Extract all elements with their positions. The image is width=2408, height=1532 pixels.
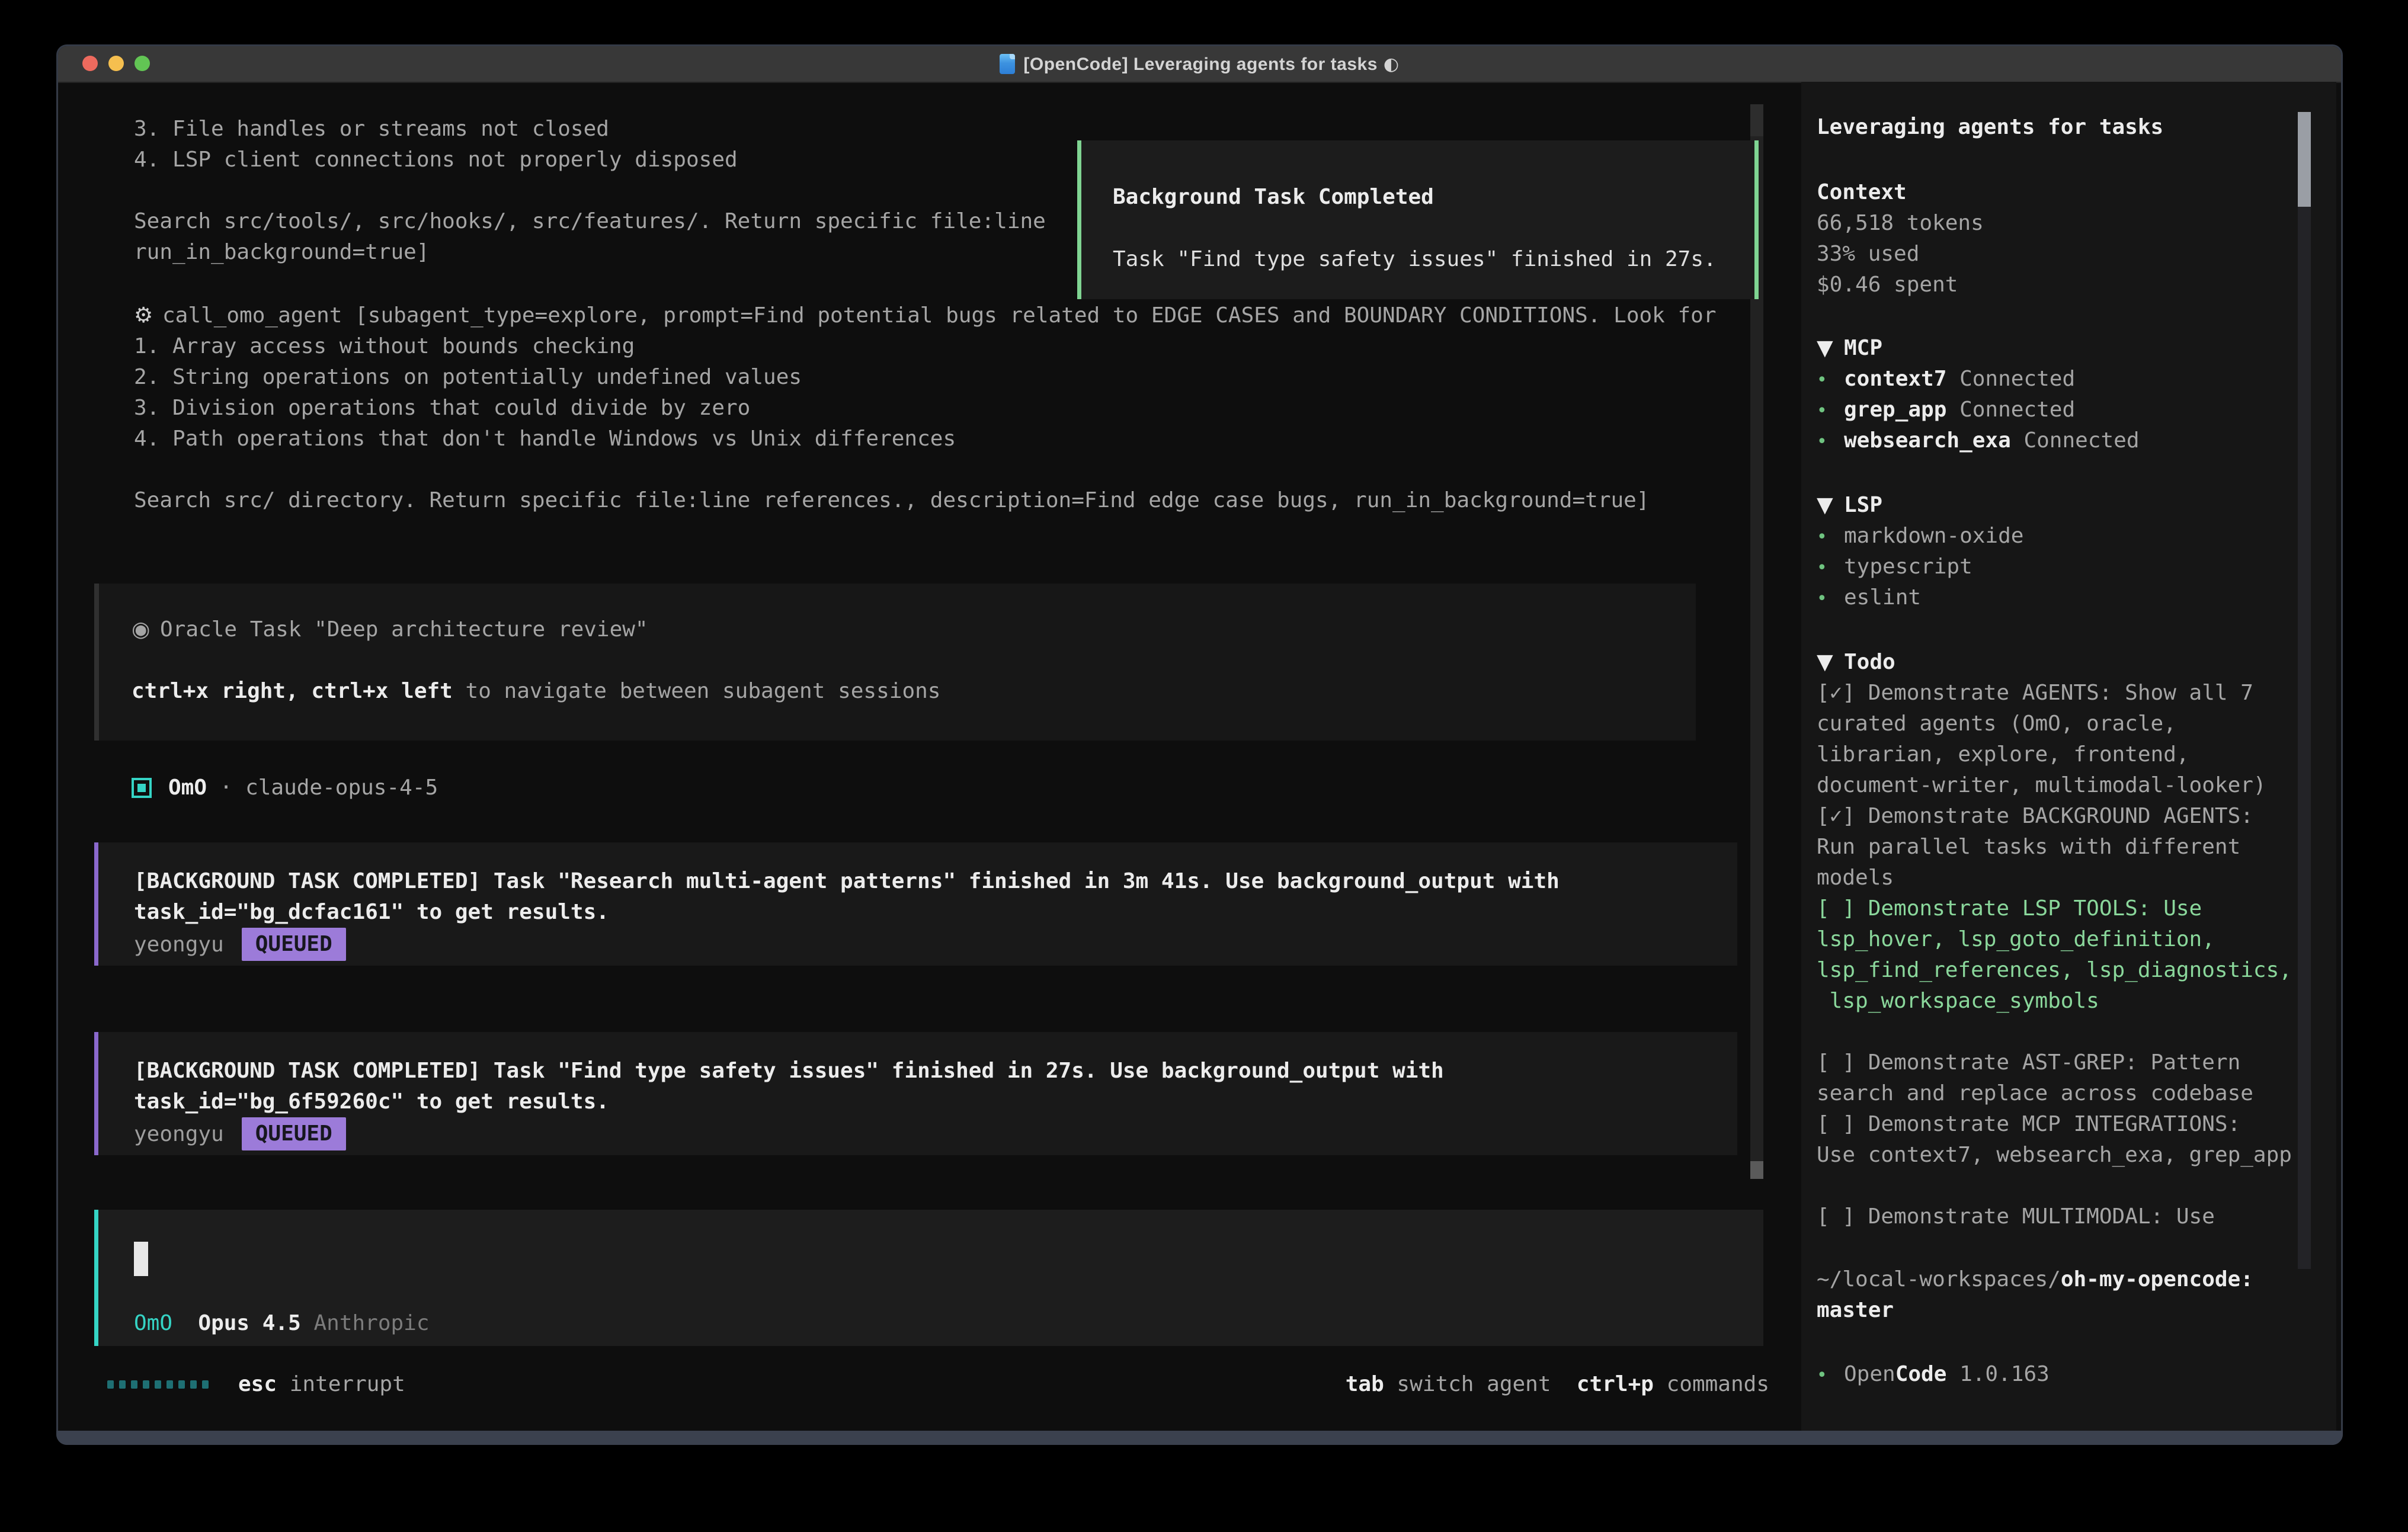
status-badge: QUEUED [242,1117,346,1150]
status-badge: QUEUED [242,928,346,961]
message-card: [BACKGROUND TASK COMPLETED] Task "Resear… [94,842,1737,966]
window-title-text: [OpenCode] Leveraging agents for tasks [1023,55,1377,74]
toast-body: Task "Find type safety issues" finished … [1113,244,1717,275]
toast-title: Background Task Completed [1113,182,1434,213]
mcp-section: ▼MCP•context7 Connected•grep_app Connect… [1817,333,2140,456]
window-title: [OpenCode] Leveraging agents for tasks ◐ [1023,54,1399,75]
key-hint-interrupt: esc interrupt [238,1369,405,1400]
document-icon [1000,54,1015,74]
agent-header-text: OmO · claude-opus-4-5 [168,773,438,803]
message-meta: yeongyu QUEUED [134,1117,346,1150]
workspace-path: ~/local-workspaces/oh-my-opencode:master [1817,1264,2253,1326]
version-line: •OpenCode 1.0.163 [1817,1359,2050,1390]
window-bottom-edge [56,1431,2343,1445]
author-label: yeongyu [134,1122,224,1146]
context-section: Context66,518 tokens33% used$0.46 spent [1817,177,1984,300]
chat-scrollbar-top [1750,104,1763,136]
prompt-input[interactable]: OmO Opus 4.5 Anthropic [94,1210,1763,1346]
sidebar-session-title: Leveraging agents for tasks [1817,112,2163,143]
input-agent-line: OmO Opus 4.5 Anthropic [134,1308,430,1339]
lsp-section: ▼LSP•markdown-oxide•typescript•eslint [1817,490,2023,613]
message-card: [BACKGROUND TASK COMPLETED] Task "Find t… [94,1032,1737,1155]
author-label: yeongyu [134,932,224,957]
oracle-task-box: ◉Oracle Task "Deep architecture review"c… [94,584,1696,741]
close-button[interactable] [82,56,98,71]
text-cursor [134,1242,148,1276]
key-hints-right: tab switch agent ctrl+p commands [1346,1369,1769,1400]
agent-header: OmO · claude-opus-4-5 [132,773,438,803]
todo-section: ▼Todo[✓] Demonstrate AGENTS: Show all 7c… [1817,647,2292,1232]
session-spinner-icon: ◐ [1384,54,1400,75]
minimize-button[interactable] [108,56,124,71]
message-meta: yeongyu QUEUED [134,928,346,961]
screen: { "window": { "title": "[OpenCode] Lever… [0,0,2408,1532]
oracle-task-text: ◉Oracle Task "Deep architecture review"c… [132,614,940,707]
message-text: [BACKGROUND TASK COMPLETED] Task "Resear… [134,866,1560,928]
spinner-dots [107,1380,214,1389]
message-text: [BACKGROUND TASK COMPLETED] Task "Find t… [134,1056,1444,1117]
tool-call-block: ⚙call_omo_agent [subagent_type=explore, … [134,300,1717,516]
scrollback-text: 3. File handles or streams not closed4. … [134,114,1046,268]
chat-scrollbar-thumb[interactable] [1750,1161,1763,1179]
titlebar: [OpenCode] Leveraging agents for tasks ◐ [58,46,2341,83]
omo-agent-icon [132,778,152,798]
zoom-button[interactable] [135,56,150,71]
sidebar-scrollbar-thumb[interactable] [2298,112,2311,207]
sidebar-scrollbar-track[interactable] [2298,112,2311,1269]
toast-notification: Background Task Completed Task "Find typ… [1077,140,1759,299]
